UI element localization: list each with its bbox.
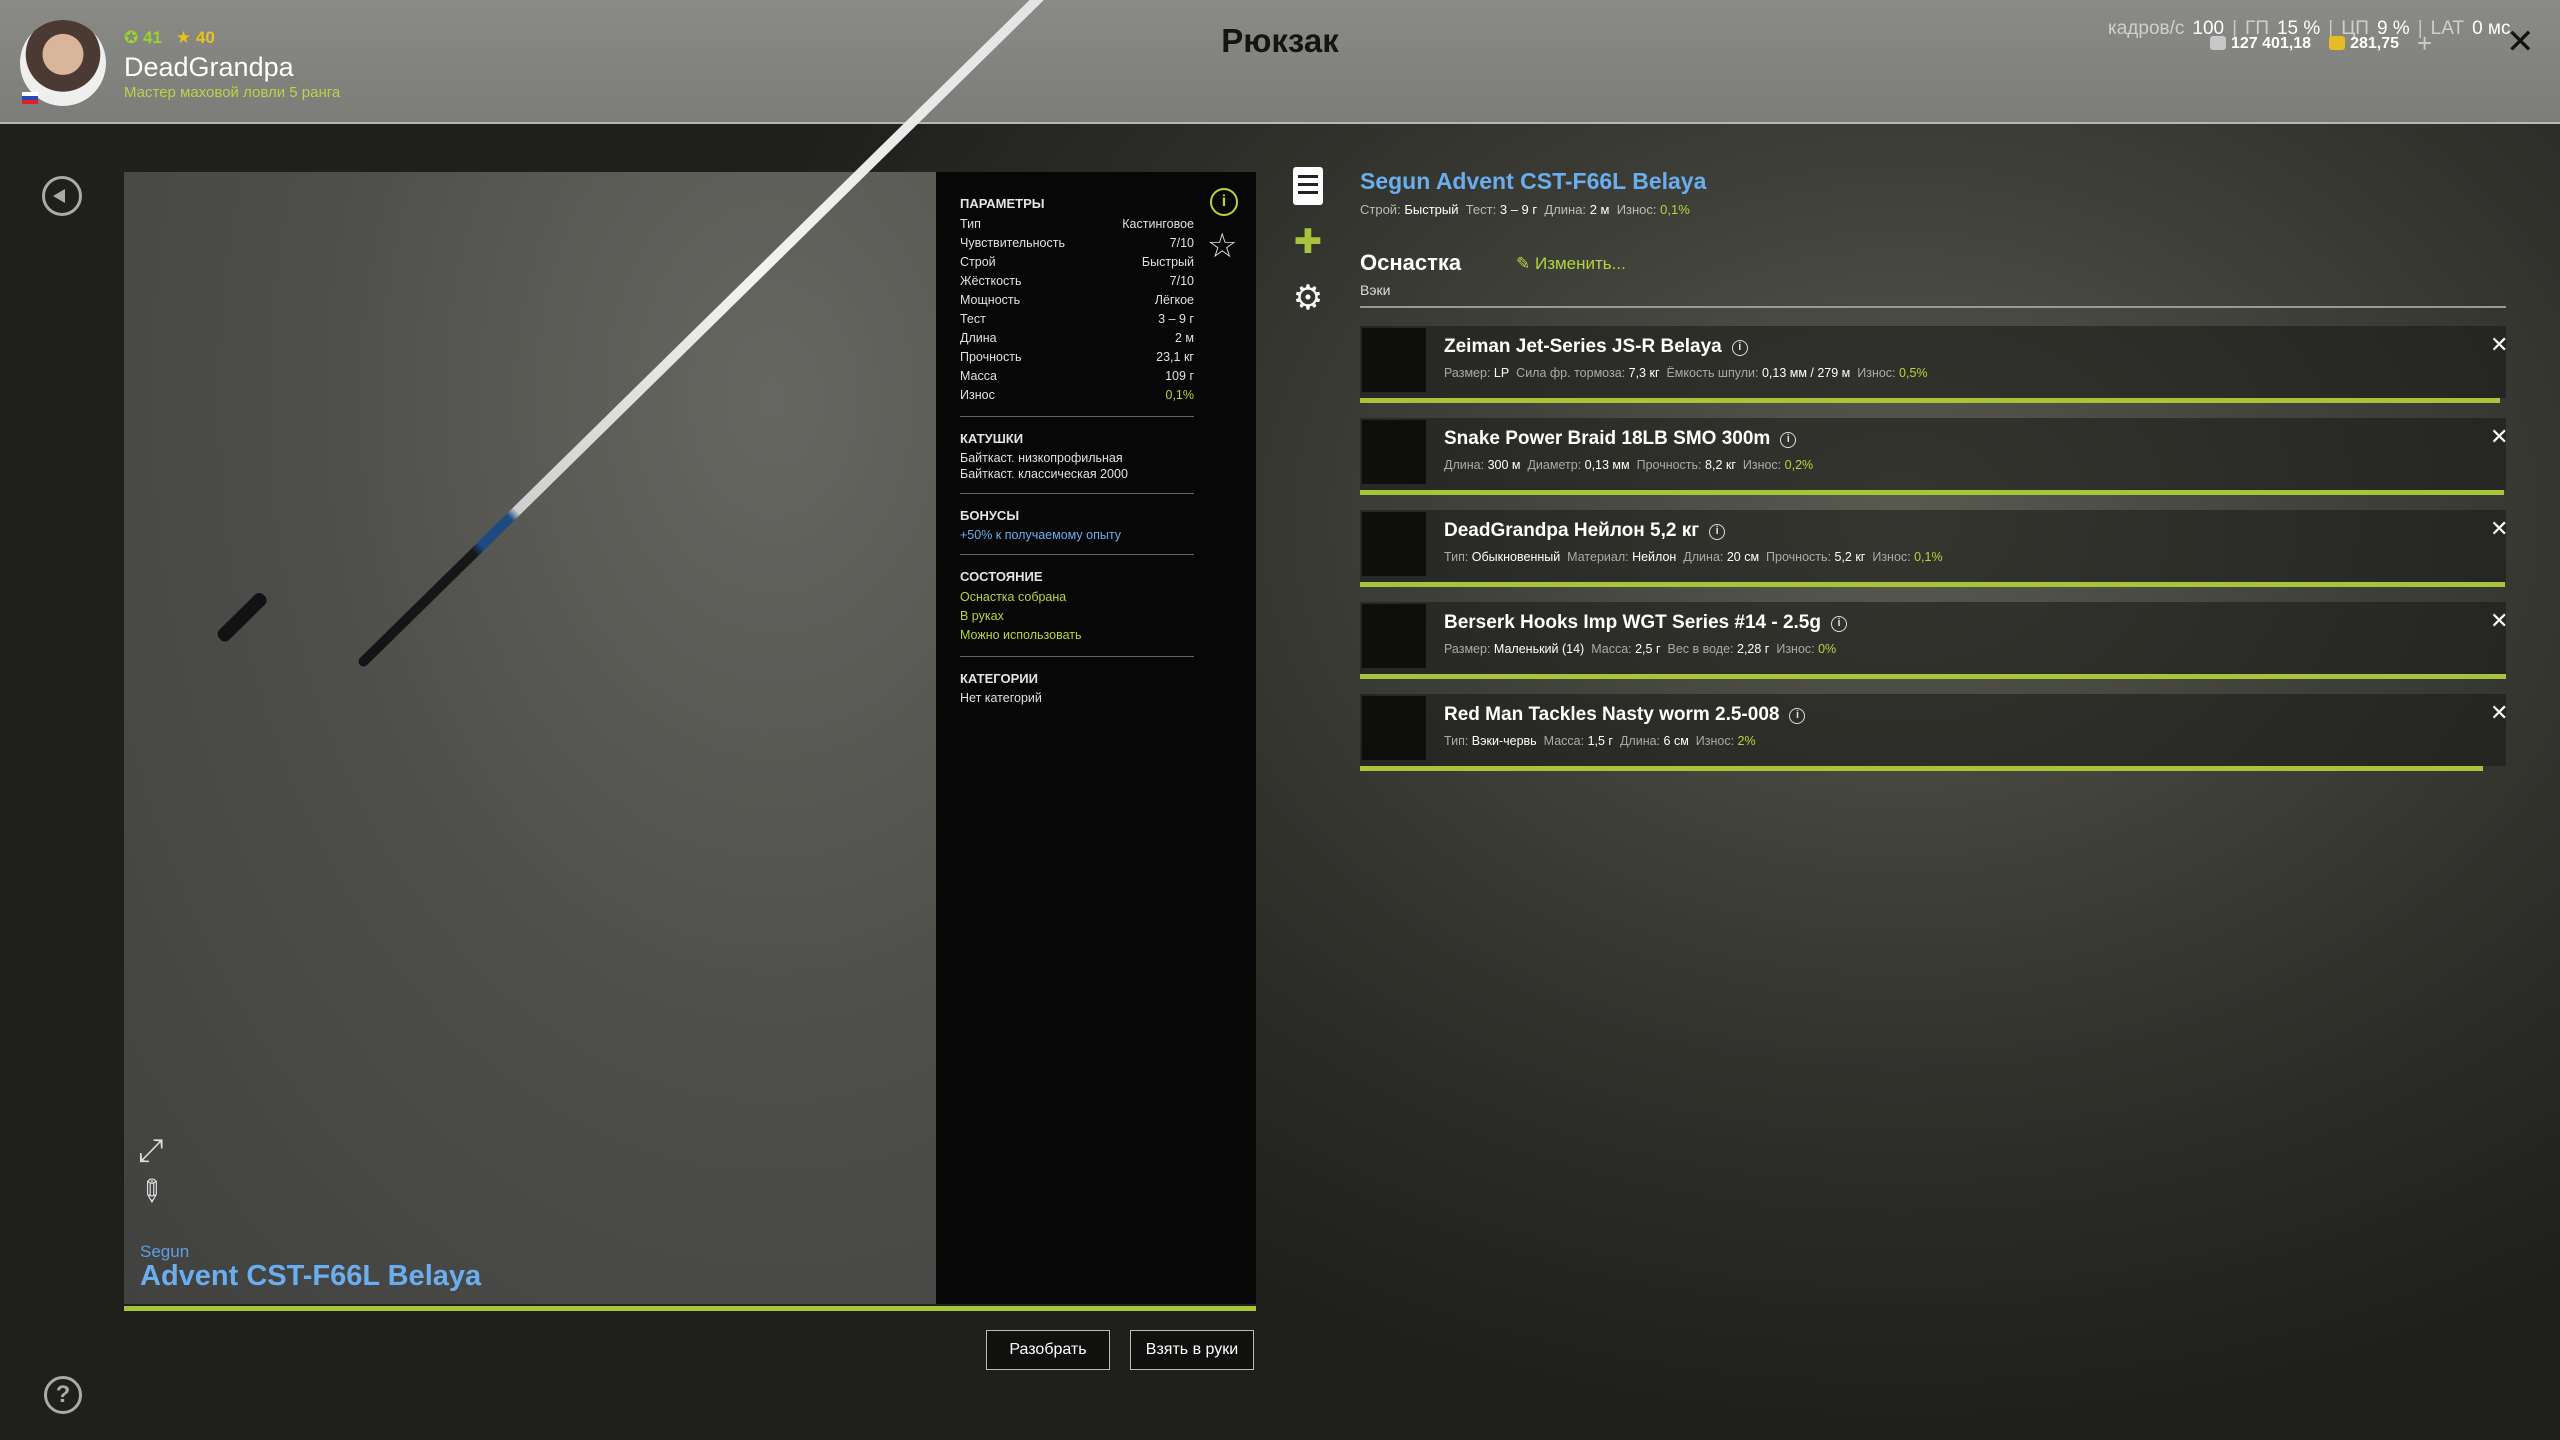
gold-coin-icon <box>2329 35 2346 50</box>
side-tabs: ✚ ⚙ <box>1290 167 1326 336</box>
hook-thumbnail <box>1362 604 1426 668</box>
divider <box>960 554 1194 555</box>
info-icon[interactable]: i <box>1831 616 1847 632</box>
top-bar: ✪ 41 ★ 40 DeadGrandpa Мастер маховой лов… <box>0 0 2560 124</box>
slot-details: Тип: Вэки-червь Масса: 1,5 г Длина: 6 см… <box>1444 734 1756 748</box>
slot-name: Zeiman Jet-Series JS-R Belaya i <box>1444 336 1748 358</box>
reel-item: Байткаст. низкопрофильная <box>960 451 1123 465</box>
edit-rig-button[interactable]: ✎ Изменить... <box>1516 254 1626 274</box>
param-row: Мощность Лёгкое <box>960 293 1194 307</box>
param-row: Тест 3 – 9 г <box>960 312 1194 326</box>
durability-bar <box>1360 398 2500 403</box>
state-title: СОСТОЯНИЕ <box>960 569 1043 584</box>
rig-title: Оснастка <box>1360 250 1462 275</box>
param-rows: Тип Кастинговое Чувствительность 7/10 Строй Б… <box>960 215 1234 405</box>
params-panel: ПАРАМЕТРЫ Тип Кастинговое Чувствительность… <box>936 172 1256 1304</box>
tab-description[interactable] <box>1290 167 1326 205</box>
divider <box>960 656 1194 657</box>
slot-details: Длина: 300 м Диаметр: 0,13 мм Прочность:… <box>1444 458 1814 472</box>
param-row: Тип Кастинговое <box>960 217 1194 231</box>
durability-bar <box>1360 490 2504 495</box>
reel-thumbnail <box>1362 328 1426 392</box>
rig-slot[interactable]: Red Man Tackles Nasty worm 2.5-008 i Тип: … <box>1360 694 2508 771</box>
remove-icon[interactable]: ✕ <box>2490 608 2508 634</box>
bonuses-title: БОНУСЫ <box>960 508 1020 523</box>
param-row: Чувствительность 7/10 <box>960 236 1194 250</box>
info-icon[interactable]: i <box>1731 340 1748 356</box>
line-thumbnail <box>1362 420 1426 484</box>
divider <box>1360 306 2506 308</box>
currency: 127 401,18 281,75 + <box>2210 28 2432 59</box>
take-in-hands-button[interactable]: Взять в руки <box>1130 1330 1254 1370</box>
country-flag-icon <box>22 92 38 104</box>
document-icon <box>1293 167 1323 205</box>
edit-icon: ✎ <box>1516 254 1531 273</box>
reels-title: КАТУШКИ <box>960 431 1024 446</box>
slot-details: Размер: Маленький (14) Масса: 2,5 г Вес … <box>1444 642 1837 656</box>
param-row: Жёсткость 7/10 <box>960 274 1194 288</box>
rod-viewer[interactable] <box>124 0 1077 1304</box>
reel-item: Байткаст. классическая 2000 <box>960 467 1128 481</box>
favorite-star-icon[interactable]: ☆ <box>1207 226 1237 266</box>
help-icon[interactable]: ? <box>44 1376 82 1414</box>
durability-bar <box>1360 766 2483 771</box>
param-row: Длина 2 м <box>960 331 1194 345</box>
slot-name: Berserk Hooks Imp WGT Series #14 - 2.5g i <box>1444 612 1847 634</box>
slot-name: Snake Power Braid 18LB SMO 300m i <box>1444 428 1797 450</box>
rod-full-name: Segun Advent CST-F66L Belaya <box>1360 168 1707 194</box>
slot-name: Red Man Tackles Nasty worm 2.5-008 i <box>1444 704 1806 726</box>
tab-rig[interactable]: ✚ <box>1290 223 1326 261</box>
info-icon[interactable]: i <box>1789 708 1806 724</box>
slot-details: Тип: Обыкновенный Материал: Нейлон Длина… <box>1444 550 1943 564</box>
back-button[interactable] <box>42 176 82 216</box>
rod-durability-bar <box>124 1306 1256 1311</box>
divider <box>960 416 1194 417</box>
remove-icon[interactable]: ✕ <box>2490 424 2508 450</box>
rig-type: Вэки <box>1360 282 1391 298</box>
rig-slot[interactable]: Snake Power Braid 18LB SMO 300m i Длина: 3… <box>1360 418 2508 495</box>
rod-handle <box>215 590 270 644</box>
remove-icon[interactable]: ✕ <box>2490 516 2508 542</box>
divider <box>960 493 1194 494</box>
tab-settings[interactable]: ⚙ <box>1290 279 1326 317</box>
param-row: Износ 0,1% <box>960 388 1194 402</box>
info-icon[interactable]: i <box>1210 188 1238 216</box>
info-icon[interactable]: i <box>1709 524 1726 540</box>
state-item: В руках <box>960 609 1004 623</box>
remove-icon[interactable]: ✕ <box>2490 700 2508 726</box>
param-row: Прочность 23,1 кг <box>960 350 1194 364</box>
gear-icon: ⚙ <box>1292 279 1324 317</box>
state-item: Оснастка собрана <box>960 590 1067 604</box>
durability-bar <box>1360 674 2506 679</box>
param-row: Масса 109 г <box>960 369 1194 383</box>
param-row: Строй Быстрый <box>960 255 1194 269</box>
player-rank: Мастер маховой ловли 5 ранга <box>124 84 341 101</box>
silver-amount: 127 401,18 <box>2210 35 2311 53</box>
expand-icon[interactable]: ⤢ <box>138 1132 164 1170</box>
info-icon[interactable]: i <box>1780 432 1797 448</box>
rod-name: Advent CST-F66L Belaya <box>140 1260 482 1292</box>
close-icon[interactable]: ✕ <box>2506 22 2535 62</box>
categories-title: КАТЕГОРИИ <box>960 671 1038 686</box>
remove-icon[interactable]: ✕ <box>2490 332 2508 358</box>
durability-bar <box>1360 582 2505 587</box>
add-currency-button[interactable]: + <box>2417 28 2432 59</box>
state-item: Можно использовать <box>960 628 1082 642</box>
rod-brand: Segun <box>140 1242 190 1261</box>
silver-coin-icon <box>2210 35 2226 50</box>
leader-thumbnail <box>1362 512 1426 576</box>
rig-slot[interactable]: Berserk Hooks Imp WGT Series #14 - 2.5g i… <box>1360 602 2508 679</box>
rig-slot[interactable]: Zeiman Jet-Series JS-R Belaya i Размер: LP… <box>1360 326 2508 403</box>
slot-name: DeadGrandpa Нейлон 5,2 кг i <box>1444 520 1726 542</box>
rig-slot[interactable]: DeadGrandpa Нейлон 5,2 кг i Тип: Обыкновен… <box>1360 510 2508 587</box>
bonus-item: +50% к получаемому опыту <box>960 528 1121 542</box>
params-title: ПАРАМЕТРЫ <box>960 196 1045 211</box>
lure-thumbnail <box>1362 696 1426 760</box>
gold-amount: 281,75 <box>2329 35 2399 53</box>
puzzle-icon: ✚ <box>1293 223 1323 261</box>
slot-details: Размер: LP Сила фр. тормоза: 7,3 кг Ёмко… <box>1444 366 1928 380</box>
rod-summary: Строй: Быстрый Тест: 3 – 9 г Длина: 2 м … <box>1360 202 1690 217</box>
disassemble-button[interactable]: Разобрать <box>986 1330 1110 1370</box>
categories-value: Нет категорий <box>960 691 1042 705</box>
